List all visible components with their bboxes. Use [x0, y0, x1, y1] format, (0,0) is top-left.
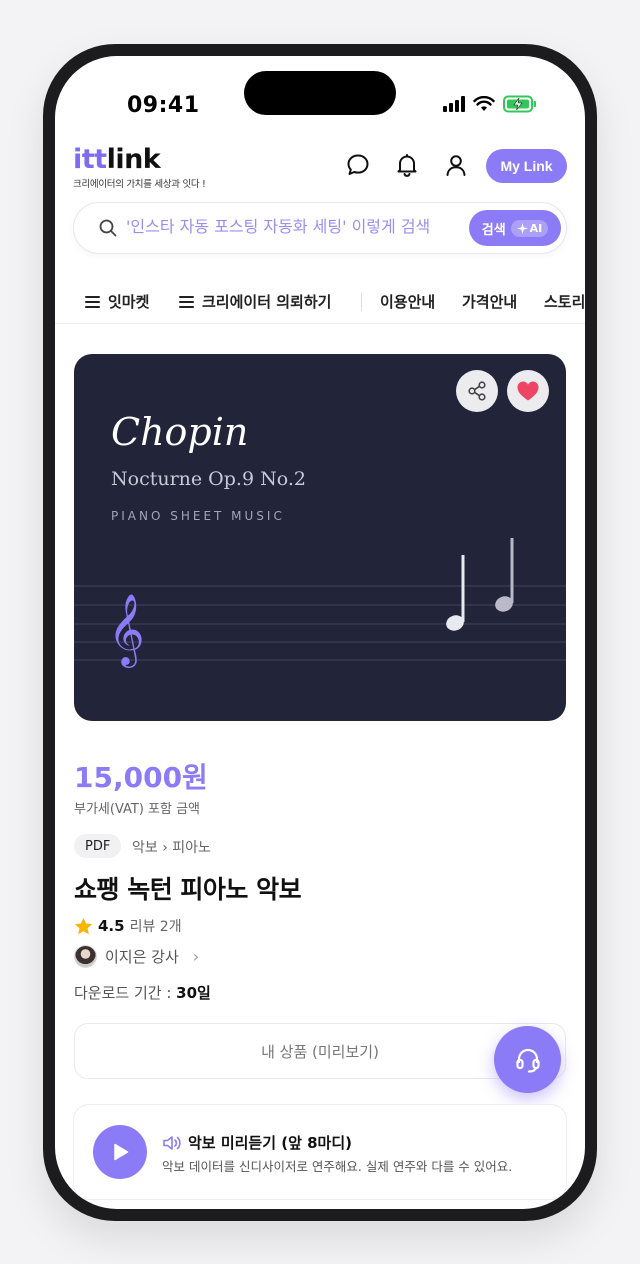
seller-name: 이지은 강사: [105, 948, 179, 966]
favorite-button[interactable]: [507, 370, 549, 412]
hero-label: PIANO SHEET MUSIC: [111, 509, 285, 523]
menu-icon: [179, 295, 194, 308]
vat-note: 부가세(VAT) 포함 금액: [74, 802, 201, 817]
search-button[interactable]: 검색 AI: [469, 210, 561, 246]
audio-preview-description: 악보 데이터를 신디사이저로 연주해요. 실제 연주와 다를 수 있어요.: [162, 1159, 513, 1174]
nav-item-itmarket[interactable]: 잇마켓: [85, 291, 149, 312]
chat-icon[interactable]: [345, 152, 371, 178]
logo-tagline: 크리에이터의 가치를 세상과 잇다 !: [73, 179, 206, 190]
nav-item-label: 이용안내: [380, 293, 436, 311]
download-value: 30일: [176, 984, 211, 1002]
share-button[interactable]: [456, 370, 498, 412]
battery-icon: [503, 95, 536, 113]
audio-preview-title-label: 악보 미리듣기 (앞 8마디): [188, 1134, 353, 1152]
wifi-icon: [473, 96, 495, 111]
search-bar: '인스타 자동 포스팅 자동화 세팅' 이렇게 검색 검색 AI: [73, 202, 567, 254]
heart-icon: [517, 381, 539, 401]
nav-item-label: 가격안내: [462, 293, 518, 311]
audio-preview-title: 악보 미리듣기 (앞 8마디): [162, 1132, 352, 1153]
treble-clef-icon: 𝄞: [108, 592, 145, 668]
share-icon: [468, 381, 486, 401]
seller-link[interactable]: 이지은 강사 ›: [74, 945, 199, 968]
nav-item-guide[interactable]: 이용안내: [380, 291, 435, 312]
logo[interactable]: itt link 크리에이터의 가치를 세상과 잇다 !: [73, 144, 206, 190]
ai-badge: AI: [510, 219, 549, 237]
support-button[interactable]: [494, 1026, 561, 1093]
bell-icon[interactable]: [394, 152, 420, 178]
search-input[interactable]: '인스타 자동 포스팅 자동화 세팅' 이렇게 검색: [126, 213, 466, 243]
ai-label: AI: [529, 221, 543, 235]
avatar: [74, 945, 97, 968]
nav-item-label: 잇마켓: [108, 293, 150, 311]
sparkle-icon: [516, 222, 528, 234]
download-period: 다운로드 기간 : 30일: [74, 982, 211, 1003]
hero-title: Chopin: [111, 410, 249, 454]
speaker-icon: [163, 1135, 181, 1150]
preview-button[interactable]: 내 상품 (미리보기): [74, 1023, 566, 1079]
play-button[interactable]: [93, 1125, 147, 1179]
rating[interactable]: 4.5 리뷰 2개: [74, 916, 182, 936]
logo-suffix: link: [106, 144, 161, 175]
phone-frame: 09:41 itt link 크리에이터의 가치를 세상과 잇다 ! My Li…: [43, 44, 597, 1221]
nav-divider: [361, 293, 362, 311]
download-label: 다운로드 기간 :: [74, 984, 177, 1002]
my-link-button[interactable]: My Link: [486, 149, 567, 183]
nav-item-label: 크리에이터 의뢰하기: [202, 293, 332, 311]
dynamic-island: [244, 71, 396, 115]
category-breadcrumb[interactable]: 악보 › 피아노: [132, 837, 211, 857]
search-icon: [99, 219, 117, 237]
star-icon: [74, 917, 93, 934]
status-time: 09:41: [127, 93, 200, 118]
search-button-label: 검색: [481, 222, 506, 238]
status-icons: [443, 95, 537, 113]
product-title: 쇼팽 녹턴 피아노 악보: [74, 875, 302, 904]
format-badge: PDF: [74, 834, 122, 858]
category-nav: 잇마켓 크리에이터 의뢰하기 이용안내 가격안내 스토리: [55, 280, 585, 324]
chevron-right-icon: ›: [192, 947, 200, 966]
user-icon[interactable]: [443, 152, 469, 178]
nav-item-story[interactable]: 스토리: [544, 291, 585, 312]
product-hero-image: 𝄞 Chopin Nocturne Op.9 No.2 PIANO SHEET …: [74, 354, 566, 721]
menu-icon: [85, 295, 100, 308]
review-count: 리뷰 2개: [129, 919, 182, 935]
nav-item-label: 스토리: [544, 293, 585, 311]
audio-preview-card: 악보 미리듣기 (앞 8마디) 악보 데이터를 신디사이저로 연주해요. 실제 …: [73, 1104, 567, 1200]
screen: 09:41 itt link 크리에이터의 가치를 세상과 잇다 ! My Li…: [55, 56, 585, 1209]
signal-icon: [443, 96, 465, 112]
hero-subtitle: Nocturne Op.9 No.2: [111, 468, 306, 490]
headset-icon: [515, 1048, 540, 1073]
rating-score: 4.5: [98, 917, 125, 935]
nav-item-creator-request[interactable]: 크리에이터 의뢰하기: [179, 291, 331, 312]
logo-prefix: itt: [73, 144, 107, 175]
nav-item-pricing[interactable]: 가격안내: [462, 291, 517, 312]
play-icon: [114, 1143, 129, 1161]
product-price: 15,000원: [74, 761, 208, 794]
